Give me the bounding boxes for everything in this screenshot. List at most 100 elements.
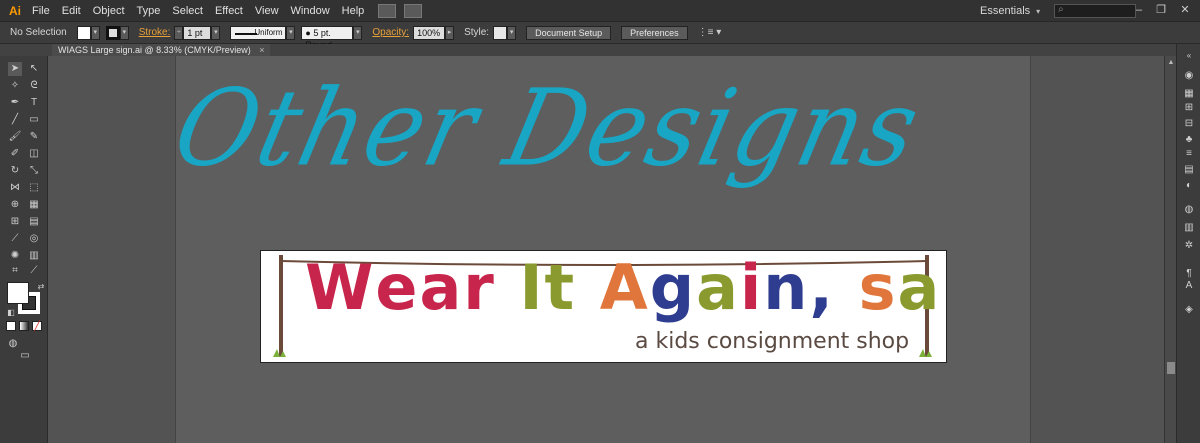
arrange-documents-icon[interactable] bbox=[404, 3, 423, 18]
perspective-grid-tool-icon[interactable]: ▦ bbox=[27, 198, 41, 212]
fill-dropdown[interactable]: ▾ bbox=[90, 25, 100, 40]
stroke-label[interactable]: Stroke: bbox=[139, 27, 171, 38]
stroke-panel-icon[interactable]: ≡ bbox=[1183, 148, 1195, 160]
brush-select[interactable]: ● 5 pt. Round bbox=[301, 25, 354, 50]
stroke-weight-stepper[interactable]: ÷ bbox=[174, 25, 184, 40]
graphic-style-swatch[interactable] bbox=[493, 25, 508, 40]
sign-letter: g bbox=[649, 251, 697, 324]
pasteboard-right[interactable] bbox=[1030, 56, 1164, 443]
line-tool-icon[interactable]: ╱ bbox=[8, 113, 22, 127]
opacity-label[interactable]: Opacity: bbox=[372, 27, 409, 38]
color-guide-panel-icon[interactable]: ◍ bbox=[1183, 204, 1195, 216]
pen-tool-icon[interactable]: ✒ bbox=[8, 96, 22, 110]
menu-view[interactable]: View bbox=[249, 0, 285, 22]
rotate-tool-icon[interactable]: ↻ bbox=[8, 164, 22, 178]
scroll-up-icon[interactable]: ▲ bbox=[1166, 58, 1176, 68]
restore-icon[interactable]: ❐ bbox=[1152, 3, 1170, 17]
gradient-tool-icon[interactable]: ▤ bbox=[27, 215, 41, 229]
opacity-field[interactable]: 100% bbox=[413, 25, 446, 40]
minimize-icon[interactable]: – bbox=[1130, 3, 1148, 17]
appearance-panel-icon[interactable]: ◉ bbox=[1183, 70, 1195, 82]
eyedropper-tool-icon[interactable]: ⟋ bbox=[8, 232, 22, 246]
pencil-tool-icon[interactable]: ✎ bbox=[27, 130, 41, 144]
swap-fill-stroke-icon[interactable]: ⇄ bbox=[34, 280, 48, 294]
tab-close-icon[interactable]: × bbox=[259, 45, 264, 55]
menu-edit[interactable]: Edit bbox=[56, 0, 87, 22]
paintbrush-tool-icon[interactable]: 🖌 bbox=[8, 130, 22, 144]
menu-object[interactable]: Object bbox=[87, 0, 131, 22]
sign-letter: a bbox=[696, 251, 740, 324]
help-search-input[interactable]: ⌕ bbox=[1054, 4, 1137, 18]
opacity-dropdown[interactable]: ▸ bbox=[445, 25, 455, 40]
scrollbar-thumb[interactable] bbox=[1167, 362, 1175, 374]
workspace-switcher[interactable]: Essentials ▾ ⌕ bbox=[980, 4, 1137, 18]
menu-effect[interactable]: Effect bbox=[209, 0, 249, 22]
free-transform-tool-icon[interactable]: ⬚ bbox=[27, 181, 41, 195]
menu-help[interactable]: Help bbox=[336, 0, 371, 22]
blend-tool-icon[interactable]: ◎ bbox=[27, 232, 41, 246]
symbols-panel-icon[interactable]: ♣ bbox=[1183, 134, 1195, 146]
align-options-icon[interactable]: ⋮≡ ▾ bbox=[698, 27, 722, 38]
symbol-sprayer-tool-icon[interactable]: ✺ bbox=[8, 249, 22, 263]
align-panel-icon[interactable]: ⊞ bbox=[1183, 102, 1195, 114]
sign-subtitle: a kids consignment shop bbox=[635, 329, 910, 354]
document-tab[interactable]: WIAGS Large sign.ai @ 8.33% (CMYK/Previe… bbox=[52, 44, 271, 56]
menu-type[interactable]: Type bbox=[131, 0, 167, 22]
sign-letter: i bbox=[740, 251, 764, 324]
character-panel-icon[interactable]: A bbox=[1183, 280, 1195, 292]
navigator-panel-icon[interactable]: ▦ bbox=[1183, 88, 1195, 100]
slice-tool-icon[interactable]: ⟋ bbox=[27, 264, 41, 278]
layers-panel-icon[interactable]: ◈ bbox=[1183, 304, 1195, 316]
scale-tool-icon[interactable]: ⤡ bbox=[27, 164, 41, 178]
stroke-weight-dropdown[interactable]: ▾ bbox=[211, 25, 221, 40]
bridge-icon[interactable] bbox=[378, 3, 397, 18]
gradient-panel-icon[interactable]: ▤ bbox=[1183, 164, 1195, 176]
swatches-panel-icon[interactable]: ▥ bbox=[1183, 222, 1195, 234]
document-setup-button[interactable]: Document Setup bbox=[526, 25, 612, 40]
shape-builder-tool-icon[interactable]: ⊕ bbox=[8, 198, 22, 212]
workspace-label[interactable]: Essentials bbox=[980, 5, 1030, 17]
fill-swatch[interactable] bbox=[7, 282, 29, 304]
fill-color-swatch[interactable] bbox=[76, 25, 91, 40]
blob-brush-tool-icon[interactable]: ✐ bbox=[8, 147, 22, 161]
lasso-tool-icon[interactable]: ᘓ bbox=[27, 79, 41, 93]
stroke-profile-select[interactable]: Uniform bbox=[230, 25, 287, 40]
other-designs-heading[interactable]: Other Designs bbox=[164, 67, 932, 190]
screen-mode-icon[interactable]: ▭ bbox=[18, 349, 32, 363]
transparency-panel-icon[interactable]: ◐ bbox=[1183, 180, 1195, 192]
default-fill-stroke-icon[interactable]: ◧ bbox=[4, 306, 18, 320]
type-tool-icon[interactable]: T bbox=[27, 96, 41, 110]
close-icon[interactable]: ✕ bbox=[1176, 3, 1194, 17]
stroke-color-swatch[interactable] bbox=[105, 25, 120, 40]
wear-it-again-sam-sign[interactable]: Wear It Again, sam a kids consignment sh… bbox=[260, 250, 947, 363]
paragraph-panel-icon[interactable]: ¶ bbox=[1183, 268, 1195, 280]
brushes-panel-icon[interactable]: ✲ bbox=[1183, 240, 1195, 252]
color-mode-icon[interactable] bbox=[6, 321, 16, 331]
stroke-profile-dropdown[interactable]: ▾ bbox=[286, 25, 296, 40]
stroke-weight-field[interactable]: 1 pt bbox=[183, 25, 212, 40]
mesh-tool-icon[interactable]: ⊞ bbox=[8, 215, 22, 229]
magic-wand-tool-icon[interactable]: ✧ bbox=[8, 79, 22, 93]
menu-file[interactable]: File bbox=[26, 0, 56, 22]
none-mode-icon[interactable]: ╱ bbox=[32, 321, 42, 331]
eraser-tool-icon[interactable]: ◫ bbox=[27, 147, 41, 161]
graphic-style-dropdown[interactable]: ▾ bbox=[507, 25, 517, 40]
column-graph-tool-icon[interactable]: ▥ bbox=[27, 249, 41, 263]
gradient-mode-icon[interactable] bbox=[19, 321, 29, 331]
stroke-dropdown[interactable]: ▾ bbox=[119, 25, 129, 40]
selection-tool-icon[interactable]: ➤ bbox=[8, 62, 22, 76]
control-bar: No Selection ▾ ▾ Stroke: ÷ 1 pt ▾ Unifor… bbox=[0, 22, 1200, 50]
menu-select[interactable]: Select bbox=[166, 0, 209, 22]
chevron-down-icon: ▾ bbox=[1036, 6, 1041, 16]
preferences-button[interactable]: Preferences bbox=[621, 25, 688, 40]
direct-selection-tool-icon[interactable]: ↖ bbox=[27, 62, 41, 76]
width-tool-icon[interactable]: ⋈ bbox=[8, 181, 22, 195]
brush-dropdown[interactable]: ▾ bbox=[353, 25, 363, 40]
transform-panel-icon[interactable]: ⊟ bbox=[1183, 118, 1195, 130]
artboard-tool-icon[interactable]: ⌗ bbox=[8, 264, 22, 278]
collapse-panels-icon[interactable]: « bbox=[1183, 50, 1195, 62]
vertical-scrollbar[interactable]: ▲ bbox=[1164, 56, 1176, 443]
rectangle-tool-icon[interactable]: ▭ bbox=[27, 113, 41, 127]
pasteboard-left[interactable] bbox=[48, 56, 176, 443]
menu-window[interactable]: Window bbox=[285, 0, 336, 22]
